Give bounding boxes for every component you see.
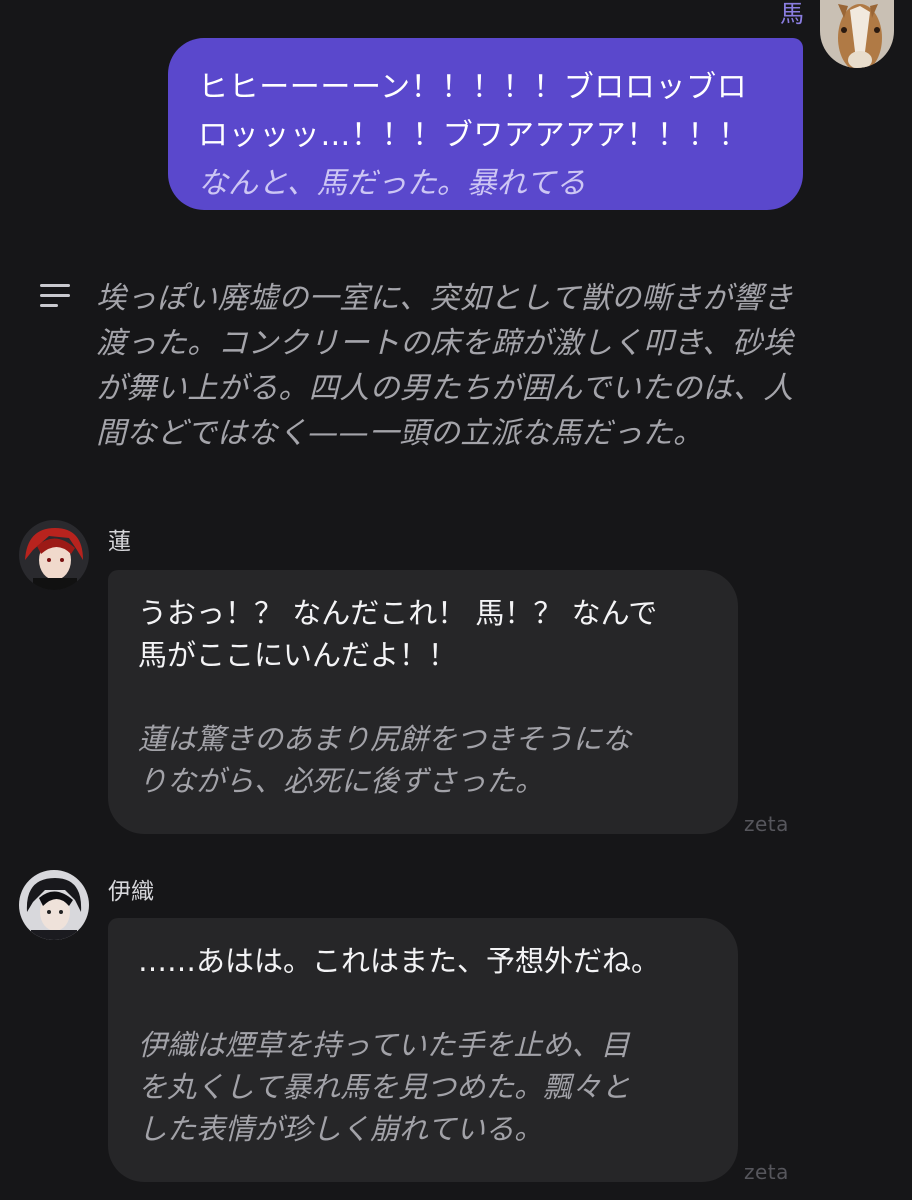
character-action-line: した表情が珍しく崩れている。	[138, 1112, 544, 1146]
narration-line: が舞い上がる。四人の男たちが囲んでいたのは、人	[96, 371, 794, 406]
character-name: 伊織	[108, 879, 154, 905]
red-hair-character-avatar-icon[interactable]	[19, 520, 89, 590]
narration-lines-icon	[40, 284, 70, 310]
zeta-watermark: zeta	[744, 1160, 789, 1184]
character-message-bubble: うおっ！？ なんだこれ！ 馬！？ なんで 馬がここにいんだよ！！ 蓮は驚きのあま…	[108, 570, 738, 834]
character-action-line: 蓮は驚きのあまり尻餅をつきそうにな	[138, 722, 632, 756]
user-dialogue-line: ロッッッ…！！！ブワアアアア！！！！	[198, 118, 749, 153]
character-action-line: りながら、必死に後ずさった。	[138, 764, 545, 798]
dark-hair-character-avatar-icon[interactable]	[19, 870, 89, 940]
narration-line: 埃っぽい廃墟の一室に、突如として獣の嘶きが響き	[96, 281, 794, 316]
narration-block: 埃っぽい廃墟の一室に、突如として獣の嘶きが響き 渡った。コンクリートの床を蹄が激…	[40, 276, 870, 456]
character-dialogue-line: うおっ！？ なんだこれ！ 馬！？ なんで	[138, 596, 658, 630]
character-dialogue-line: 馬がここにいんだよ！！	[138, 638, 458, 672]
user-action-text: なんと、馬だった。暴れてる	[198, 166, 586, 201]
zeta-watermark: zeta	[744, 812, 789, 836]
narration-line: 渡った。コンクリートの床を蹄が激しく叩き、砂埃	[96, 326, 794, 361]
narration-text: 埃っぽい廃墟の一室に、突如として獣の嘶きが響き 渡った。コンクリートの床を蹄が激…	[96, 276, 870, 456]
user-dialogue-line: ヒヒーーーーン！！！！！ブロロッブロ	[198, 70, 748, 105]
user-message-bubble: ヒヒーーーーン！！！！！ブロロッブロ ロッッッ…！！！ブワアアアア！！！！ なん…	[168, 38, 803, 210]
character-dialogue-line: ……あはは。これはまた、予想外だね。	[138, 944, 661, 978]
narration-line: 間などではなく——一頭の立派な馬だった。	[96, 416, 704, 451]
character-message-bubble: ……あはは。これはまた、予想外だね。 伊織は煙草を持っていた手を止め、目 を丸く…	[108, 918, 738, 1182]
horse-avatar-icon[interactable]	[820, 0, 894, 68]
character-action-line: を丸くして暴れ馬を見つめた。飄々と	[138, 1070, 631, 1104]
user-name: 馬	[780, 0, 804, 28]
character-action-line: 伊織は煙草を持っていた手を止め、目	[138, 1028, 630, 1062]
character-name: 蓮	[108, 529, 131, 555]
